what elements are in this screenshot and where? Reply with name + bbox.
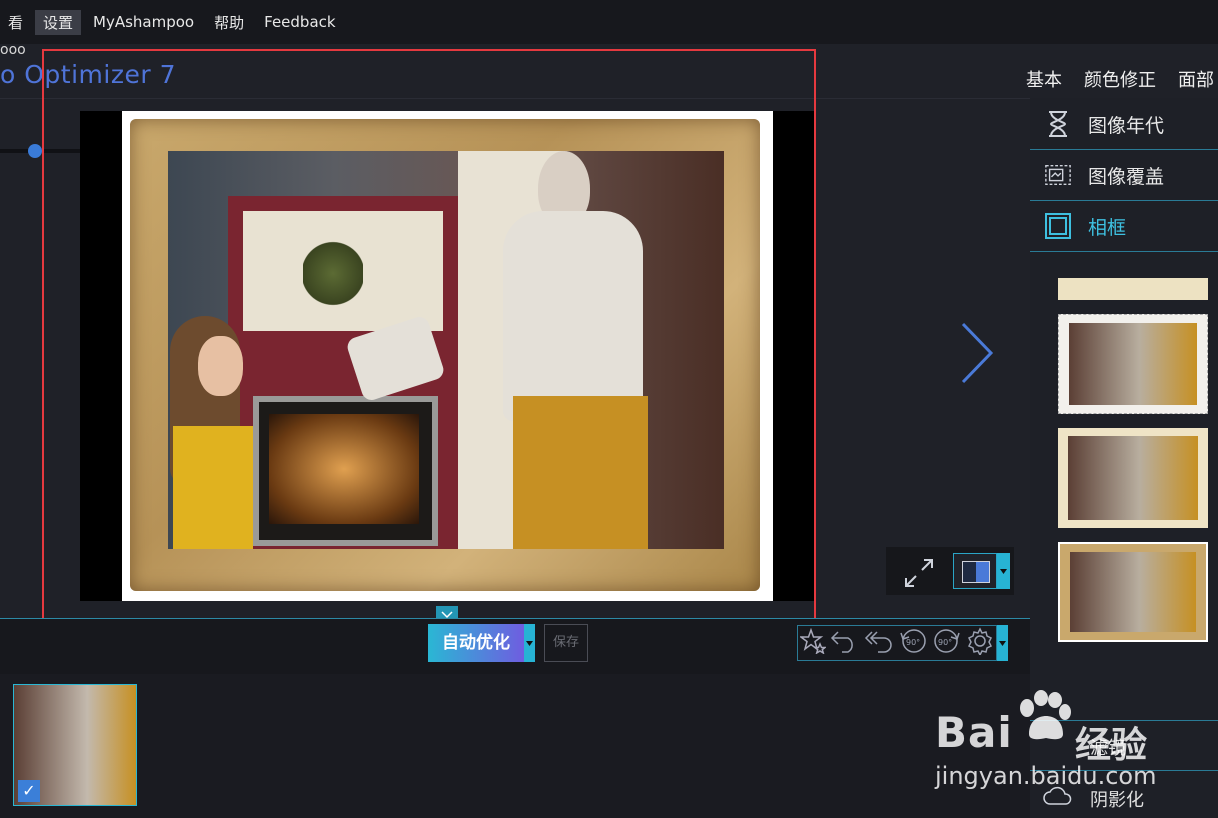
panel-item-image-age[interactable]: 图像年代 <box>1030 99 1218 150</box>
panel-item-image-overlay[interactable]: 图像覆盖 <box>1030 150 1218 201</box>
watermark-brand-cn: 经验 <box>1075 725 1148 766</box>
frame-option-4-selected[interactable] <box>1058 542 1208 642</box>
frame-option-preview <box>1069 323 1197 405</box>
hourglass-icon <box>1044 110 1072 138</box>
selection-highlight <box>42 49 816 646</box>
rotate-right-90-icon[interactable]: 90° <box>932 627 962 660</box>
rotate-left-90-icon[interactable]: 90° <box>898 627 928 660</box>
frame-icon <box>1044 212 1072 240</box>
tab-basic[interactable]: 基本 <box>1026 66 1062 92</box>
zoom-slider-handle[interactable] <box>28 144 42 158</box>
fullscreen-icon[interactable] <box>902 556 936 594</box>
panel-item-frames[interactable]: 相框 <box>1030 201 1218 252</box>
frame-option-3[interactable] <box>1058 428 1208 528</box>
settings-icon[interactable] <box>966 626 994 660</box>
filmstrip <box>0 674 1030 818</box>
menu-settings[interactable]: 设置 <box>35 9 82 35</box>
tab-face[interactable]: 面部 <box>1178 66 1214 92</box>
menu-bar: 看 设置 MyAshampoo 帮助 Feedback <box>0 0 1218 44</box>
undo-icon[interactable] <box>830 628 860 659</box>
panel-item-label: 图像覆盖 <box>1088 165 1165 188</box>
tab-color-correction[interactable]: 颜色修正 <box>1084 66 1156 92</box>
top-tabs: 基本 颜色修正 面部 <box>1026 66 1218 92</box>
menu-view[interactable]: 看 <box>0 10 31 35</box>
save-button[interactable]: 保存 <box>544 624 588 662</box>
rotate-right-label: 90° <box>938 638 952 647</box>
paw-logo-icon <box>1020 690 1071 740</box>
auto-optimize-dropdown-icon[interactable] <box>524 624 535 662</box>
next-frame-arrow-icon[interactable] <box>955 320 997 390</box>
compare-view-icon <box>962 561 990 583</box>
frame-option-2[interactable] <box>1058 314 1208 414</box>
collapse-panel-icon[interactable] <box>436 606 458 619</box>
menu-myashampoo[interactable]: MyAshampoo <box>85 11 202 33</box>
brand-logo-text: ooo <box>0 42 26 58</box>
undo-all-icon[interactable] <box>864 628 894 659</box>
compare-dropdown-icon[interactable] <box>997 553 1010 589</box>
watermark-url: jingyan.baidu.com <box>935 762 1157 790</box>
edit-toolbar: 90° 90° <box>797 625 997 661</box>
frame-option-preview <box>1068 436 1198 520</box>
compare-view-button[interactable] <box>953 553 997 589</box>
checkbox-checked-icon[interactable]: ✓ <box>18 780 40 802</box>
menu-feedback[interactable]: Feedback <box>256 11 343 33</box>
panel-item-label: 图像年代 <box>1088 114 1165 137</box>
auto-optimize-button[interactable]: 自动优化 <box>428 624 524 662</box>
overlay-icon <box>1044 161 1072 189</box>
panel-item-label: 相框 <box>1088 216 1127 239</box>
rotate-left-label: 90° <box>906 638 920 647</box>
toolbar-dropdown-icon[interactable] <box>997 625 1008 661</box>
watermark-brand: Bai <box>935 708 1013 757</box>
menu-help[interactable]: 帮助 <box>206 10 252 35</box>
star-icon[interactable] <box>798 627 828 659</box>
frame-option-1[interactable] <box>1058 278 1208 300</box>
frame-option-preview <box>1070 552 1196 632</box>
